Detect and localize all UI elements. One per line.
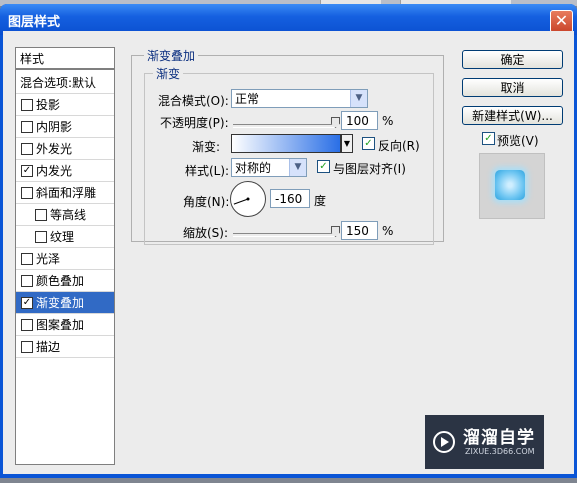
style-checkbox[interactable] <box>21 275 33 287</box>
opacity-unit: % <box>382 114 394 128</box>
style-checkbox[interactable] <box>21 187 33 199</box>
style-item-label: 投影 <box>36 98 61 112</box>
reverse-checkbox[interactable]: ✓ <box>362 137 375 150</box>
chevron-down-icon: ▼ <box>350 90 367 107</box>
gradient-subgroup-legend: 渐变 <box>153 65 184 82</box>
watermark-url: ZIXUE.3D66.COM <box>465 447 535 456</box>
style-item-label: 外发光 <box>36 142 73 156</box>
scale-label: 缩放(S): <box>183 226 229 240</box>
angle-needle <box>233 197 250 205</box>
preview-checkbox[interactable]: ✓ <box>482 132 495 145</box>
style-checkbox[interactable] <box>21 253 33 265</box>
style-item-label: 纹理 <box>50 230 75 244</box>
style-item[interactable]: 外发光 <box>16 138 114 160</box>
gradient-overlay-legend: 渐变叠加 <box>144 47 199 64</box>
gradient-label: 渐变: <box>192 140 221 154</box>
reverse-label: 反向(R) <box>378 139 420 153</box>
style-item-label: 图案叠加 <box>36 318 85 332</box>
watermark-brand: 溜溜自学 <box>463 428 535 448</box>
style-item[interactable]: 内阴影 <box>16 116 114 138</box>
scale-input[interactable]: 150 <box>341 221 378 240</box>
opacity-label: 不透明度(P): <box>160 116 229 130</box>
window-title: 图层样式 <box>8 15 61 30</box>
style-checkbox[interactable] <box>35 209 47 221</box>
style-checkbox[interactable] <box>21 341 33 353</box>
style-item[interactable]: 描边 <box>16 336 114 358</box>
blending-options-label: 混合选项:默认 <box>20 76 97 90</box>
align-with-layer-label: 与图层对齐(I) <box>333 162 406 176</box>
styles-header-label: 样式 <box>20 52 45 66</box>
style-checkbox[interactable] <box>21 121 33 133</box>
style-item-label: 内发光 <box>36 164 73 178</box>
style-item-label: 内阴影 <box>36 120 73 134</box>
style-item[interactable]: ✓ 渐变叠加 <box>16 292 114 314</box>
chevron-down-icon[interactable]: ▼ <box>341 134 353 153</box>
new-style-button[interactable]: 新建样式(W)... <box>462 106 563 125</box>
style-item[interactable]: 斜面和浮雕 <box>16 182 114 204</box>
style-item[interactable]: ✓ 内发光 <box>16 160 114 182</box>
preview-label: 预览(V) <box>497 134 539 148</box>
styles-header[interactable]: 样式 <box>16 48 114 70</box>
style-item-label: 描边 <box>36 340 61 354</box>
style-item[interactable]: 投影 <box>16 94 114 116</box>
scale-slider[interactable] <box>233 233 335 237</box>
style-checkbox[interactable] <box>21 319 33 331</box>
style-item-label: 渐变叠加 <box>36 296 85 310</box>
preview-swatch <box>495 170 525 200</box>
ok-button[interactable]: 确定 <box>462 50 563 69</box>
blending-options-item[interactable]: 混合选项:默认 <box>16 72 114 94</box>
style-item-label: 光泽 <box>36 252 61 266</box>
styles-list: 样式 混合选项:默认 投影 内阴影 外发光 ✓ 内发光 斜面和浮雕 等高线 纹理 光泽 颜色叠加 ✓… <box>15 47 115 465</box>
play-icon <box>433 431 455 453</box>
angle-label: 角度(N): <box>183 195 230 209</box>
style-item[interactable]: 图案叠加 <box>16 314 114 336</box>
style-item[interactable]: 纹理 <box>16 226 114 248</box>
style-item-label: 颜色叠加 <box>36 274 85 288</box>
blend-mode-value: 正常 <box>235 92 260 106</box>
style-preview <box>479 153 545 219</box>
style-value: 对称的 <box>235 161 272 175</box>
style-select[interactable]: 对称的 ▼ <box>231 158 307 177</box>
opacity-slider[interactable] <box>233 124 335 128</box>
blend-mode-select[interactable]: 正常 ▼ <box>231 89 368 108</box>
blend-mode-label: 混合模式(O): <box>158 94 229 108</box>
opacity-input[interactable]: 100 <box>341 111 378 130</box>
gradient-picker[interactable] <box>231 134 341 153</box>
scale-unit: % <box>382 224 394 238</box>
style-item-label: 等高线 <box>50 208 87 222</box>
style-item[interactable]: 光泽 <box>16 248 114 270</box>
angle-input[interactable]: -160 <box>270 189 310 208</box>
angle-unit: 度 <box>314 194 327 208</box>
style-item[interactable]: 颜色叠加 <box>16 270 114 292</box>
style-checkbox[interactable] <box>21 99 33 111</box>
close-icon[interactable]: ✕ <box>550 10 573 33</box>
style-item-label: 斜面和浮雕 <box>36 186 97 200</box>
cancel-button[interactable]: 取消 <box>462 78 563 97</box>
style-checkbox[interactable]: ✓ <box>21 297 33 309</box>
style-label: 样式(L): <box>185 164 230 178</box>
style-checkbox[interactable]: ✓ <box>21 165 33 177</box>
angle-dial[interactable] <box>230 181 266 217</box>
align-with-layer-checkbox[interactable]: ✓ <box>317 160 330 173</box>
style-checkbox[interactable] <box>21 143 33 155</box>
style-checkbox[interactable] <box>35 231 47 243</box>
watermark-logo: 溜溜自学 ZIXUE.3D66.COM <box>425 415 544 469</box>
style-item[interactable]: 等高线 <box>16 204 114 226</box>
chevron-down-icon: ▼ <box>289 159 306 176</box>
